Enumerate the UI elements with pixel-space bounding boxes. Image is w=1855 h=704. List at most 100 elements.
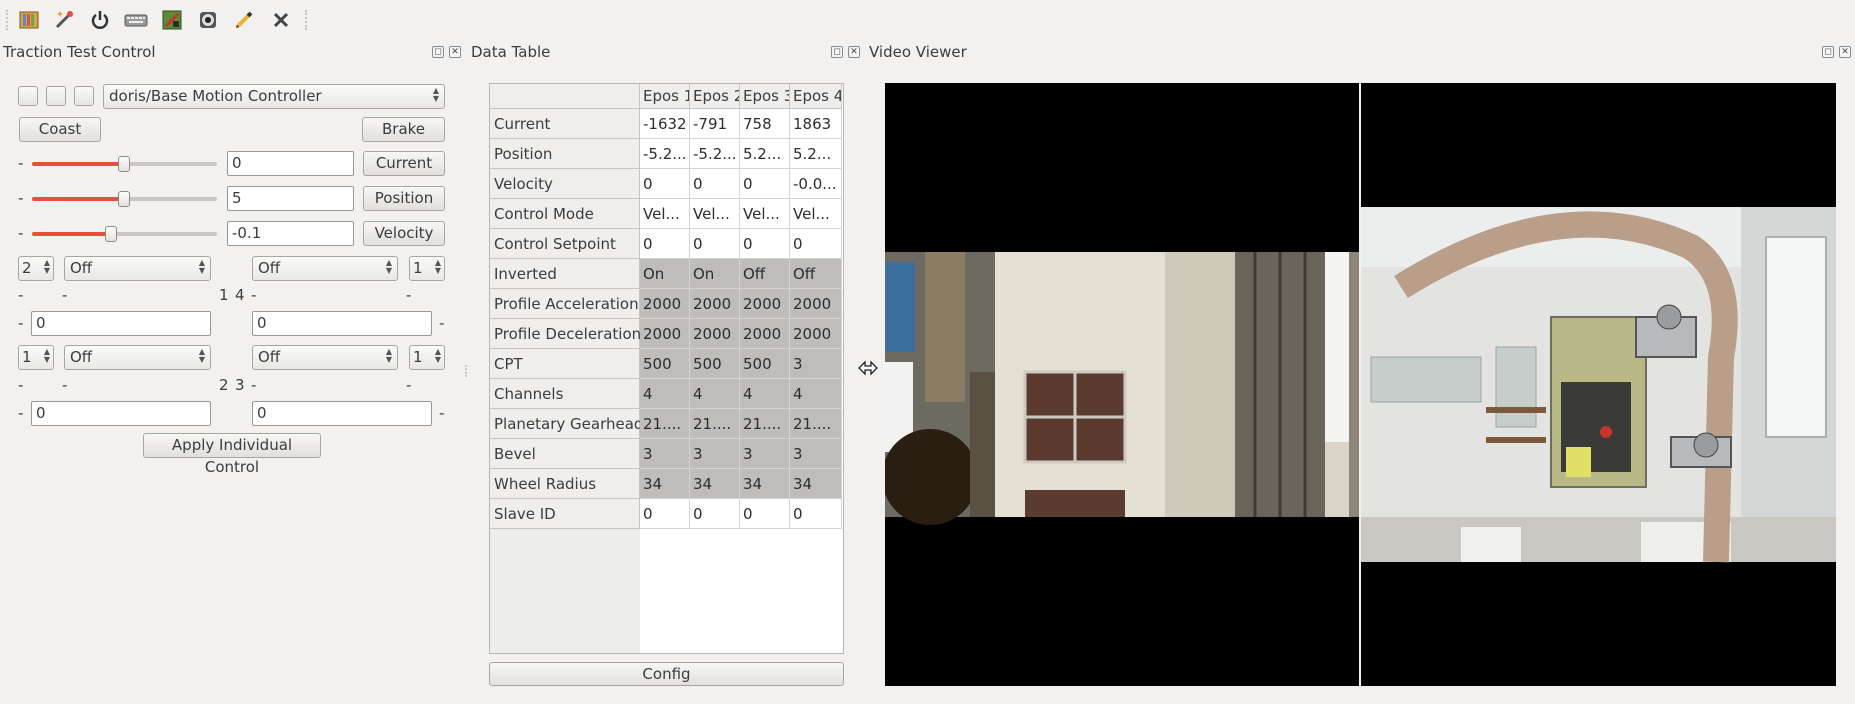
toolbar-end-handle[interactable]: [305, 10, 309, 30]
table-cell[interactable]: 0: [690, 169, 740, 199]
table-cell[interactable]: Vel...: [790, 199, 842, 229]
motor-spinbox-3[interactable]: 1 ▲ ▼: [409, 345, 445, 370]
table-cell[interactable]: Off: [740, 259, 790, 289]
video-panel-right[interactable]: [1361, 83, 1836, 686]
column-header-epos-3[interactable]: Epos 3: [740, 84, 790, 109]
table-cell[interactable]: 2000: [690, 289, 740, 319]
row-header[interactable]: Planetary Gearhead: [490, 409, 643, 439]
table-cell[interactable]: 4: [740, 379, 790, 409]
table-cell[interactable]: 3: [690, 439, 740, 469]
table-cell[interactable]: 5.2...: [740, 139, 790, 169]
table-cell[interactable]: 34: [740, 469, 790, 499]
dock-float-icon[interactable]: ◻: [432, 46, 444, 58]
table-cell[interactable]: Vel...: [740, 199, 790, 229]
row-header[interactable]: Velocity: [490, 169, 640, 199]
dock-close-icon[interactable]: ✕: [1839, 46, 1851, 58]
motor-3-input[interactable]: 0: [252, 401, 432, 426]
table-cell[interactable]: 4: [640, 379, 690, 409]
table-cell[interactable]: On: [640, 259, 690, 289]
table-cell[interactable]: -1632: [640, 109, 690, 139]
position-slider-handle[interactable]: [118, 191, 130, 207]
table-cell[interactable]: 2000: [640, 289, 690, 319]
table-cell[interactable]: 0: [690, 229, 740, 259]
resize-arrows-icon[interactable]: [857, 357, 879, 379]
row-header[interactable]: Wheel Radius: [490, 469, 640, 499]
table-cell[interactable]: 2000: [740, 289, 790, 319]
motor-spinbox-4[interactable]: 1 ▲ ▼: [409, 256, 445, 281]
table-cell[interactable]: -791: [690, 109, 740, 139]
table-cell[interactable]: 21....: [790, 409, 842, 439]
table-cell[interactable]: 500: [640, 349, 690, 379]
apply-individual-control-button[interactable]: Apply Individual Control: [143, 433, 321, 476]
table-cell[interactable]: 4: [790, 379, 842, 409]
corner-button[interactable]: [490, 84, 640, 109]
table-cell[interactable]: 0: [640, 499, 690, 529]
row-header[interactable]: Profile Deceleration: [490, 319, 641, 349]
table-cell[interactable]: 0: [740, 499, 790, 529]
mode-select-2[interactable]: Off ▲ ▼: [64, 345, 211, 370]
position-button[interactable]: Position: [363, 186, 445, 211]
table-cell[interactable]: Off: [790, 259, 842, 289]
keyboard-icon[interactable]: [123, 7, 149, 33]
table-cell[interactable]: -5.2...: [640, 139, 690, 169]
row-header[interactable]: Bevel: [490, 439, 640, 469]
dock-close-icon[interactable]: ✕: [449, 46, 461, 58]
table-cell[interactable]: 2000: [740, 319, 790, 349]
dock-splitter-handle[interactable]: [465, 365, 468, 377]
position-input[interactable]: 5: [227, 186, 354, 211]
dock-close-icon[interactable]: ✕: [848, 46, 860, 58]
table-cell[interactable]: 500: [690, 349, 740, 379]
velocity-button[interactable]: Velocity: [363, 221, 445, 246]
book-icon[interactable]: [16, 7, 42, 33]
table-cell[interactable]: 21....: [740, 409, 790, 439]
data-table[interactable]: Epos 1 Epos 2 Epos 3 Epos 4 Current -1632…: [489, 83, 844, 654]
pencil-icon[interactable]: [231, 7, 257, 33]
row-header[interactable]: Current: [490, 109, 640, 139]
row-header[interactable]: Control Setpoint: [490, 229, 640, 259]
velocity-input[interactable]: -0.1: [227, 221, 354, 246]
motor-spinbox-1[interactable]: 2 ▲ ▼: [18, 256, 54, 281]
table-cell[interactable]: 0: [790, 499, 842, 529]
table-cell[interactable]: 34: [640, 469, 690, 499]
table-cell[interactable]: Vel...: [640, 199, 690, 229]
power-icon[interactable]: [87, 7, 113, 33]
table-cell[interactable]: 34: [790, 469, 842, 499]
velocity-slider-handle[interactable]: [105, 226, 117, 242]
table-cell[interactable]: 500: [740, 349, 790, 379]
mode-select-1[interactable]: Off ▲ ▼: [64, 256, 211, 281]
row-header[interactable]: Inverted: [490, 259, 640, 289]
video-panel-left[interactable]: [885, 83, 1359, 686]
row-header[interactable]: Position: [490, 139, 640, 169]
row-header[interactable]: CPT: [490, 349, 640, 379]
webcam-icon[interactable]: [195, 7, 221, 33]
table-cell[interactable]: 0: [640, 169, 690, 199]
table-cell[interactable]: 1863: [790, 109, 842, 139]
toggle-button-2[interactable]: [46, 86, 66, 106]
table-cell[interactable]: 21....: [690, 409, 740, 439]
motor-1-input[interactable]: 0: [31, 311, 211, 336]
row-header[interactable]: Profile Acceleration: [490, 289, 640, 319]
coast-button[interactable]: Coast: [19, 117, 101, 142]
table-cell[interactable]: 0: [790, 229, 842, 259]
row-header[interactable]: Slave ID: [490, 499, 640, 529]
controller-select[interactable]: doris/Base Motion Controller ▲ ▼: [103, 84, 445, 109]
toggle-button-3[interactable]: [74, 86, 94, 106]
table-cell[interactable]: 2000: [690, 319, 740, 349]
config-button[interactable]: Config: [489, 662, 844, 686]
table-cell[interactable]: 21....: [640, 409, 690, 439]
table-cell[interactable]: -0.0...: [790, 169, 842, 199]
table-cell[interactable]: 34: [690, 469, 740, 499]
dock-float-icon[interactable]: ◻: [1822, 46, 1834, 58]
table-cell[interactable]: 2000: [640, 319, 690, 349]
table-cell[interactable]: 0: [640, 229, 690, 259]
mode-select-3[interactable]: Off ▲ ▼: [252, 345, 398, 370]
row-header[interactable]: Channels: [490, 379, 640, 409]
table-cell[interactable]: -5.2...: [690, 139, 740, 169]
table-cell[interactable]: 2000: [790, 289, 842, 319]
table-cell[interactable]: 2000: [790, 319, 842, 349]
close-icon[interactable]: [268, 7, 294, 33]
table-cell[interactable]: 3: [790, 439, 842, 469]
motor-2-input[interactable]: 0: [31, 401, 211, 426]
mode-select-4[interactable]: Off ▲ ▼: [252, 256, 398, 281]
table-cell[interactable]: 0: [690, 499, 740, 529]
